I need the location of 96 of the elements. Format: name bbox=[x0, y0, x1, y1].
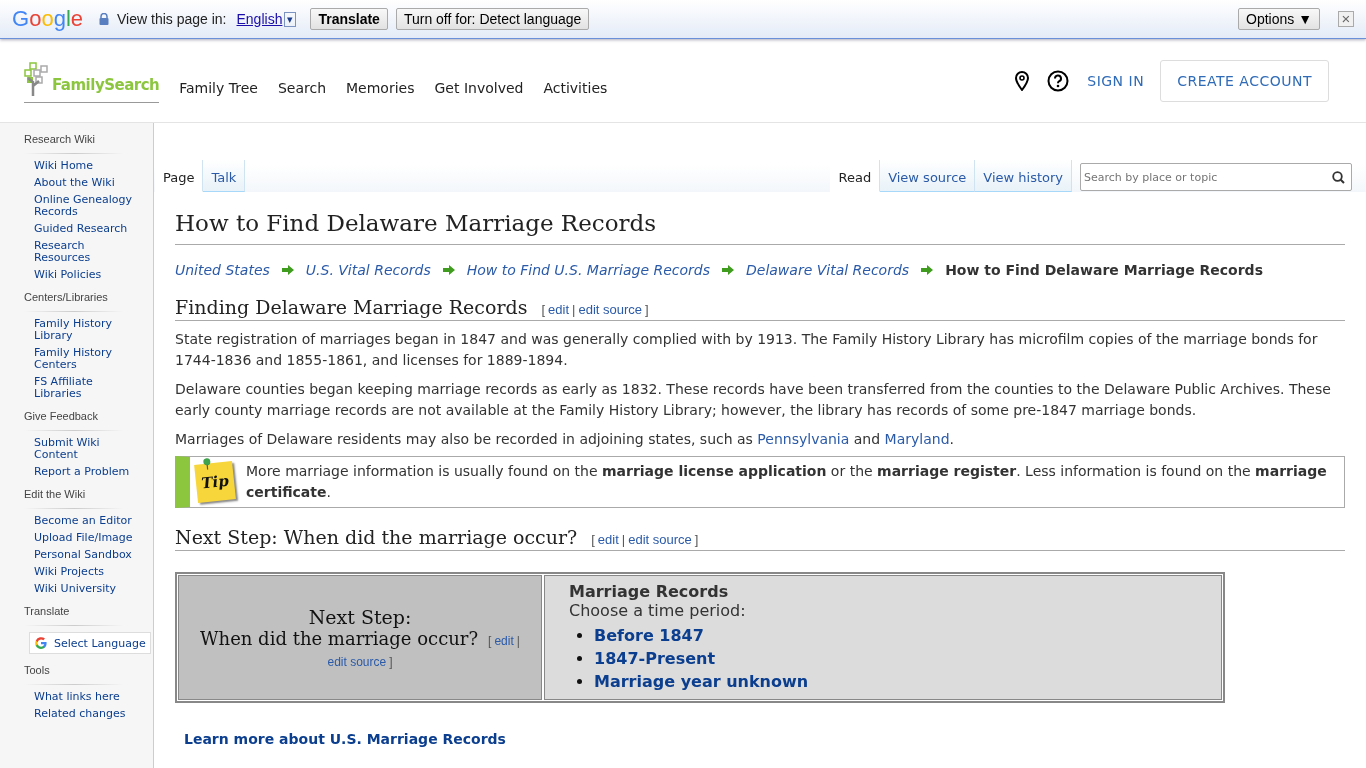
sidebar-heading: Research Wiki bbox=[24, 133, 96, 145]
step-heading: When did the marriage occur? bbox=[200, 628, 479, 649]
bracket: [ bbox=[591, 532, 595, 547]
edit-link[interactable]: edit bbox=[548, 302, 570, 317]
separator: | bbox=[621, 532, 626, 547]
sidebar-heading: Centers/Libraries bbox=[24, 291, 109, 303]
nav-link[interactable]: Family Tree bbox=[179, 79, 258, 96]
select-language-button[interactable]: Select Language bbox=[29, 632, 151, 654]
sidebar-link[interactable]: Wiki Projects bbox=[24, 566, 139, 578]
sidebar-link[interactable]: Wiki Home bbox=[24, 160, 139, 172]
tab[interactable]: Page bbox=[155, 160, 204, 192]
sidebar-heading: Edit the Wiki bbox=[24, 488, 87, 500]
tab[interactable]: Talk bbox=[203, 160, 246, 192]
link[interactable]: Pennsylvania bbox=[757, 431, 850, 447]
tab[interactable]: View source bbox=[880, 160, 976, 192]
paragraph: Delaware counties began keeping marriage records as early as 1832. These records have been transferred from the counties to the Delaware Public Archives. These early county marriage records are not available at the Family History Library; however, the library has records of some pre-1847 marriage bonds. bbox=[175, 380, 1332, 420]
tip-text: More marriage information is usually found on the marriage license application or the marriage register. Less information is found on the marriage certificate. bbox=[246, 462, 1328, 502]
edit-link[interactable]: edit bbox=[597, 532, 619, 547]
sidebar-link[interactable]: Related changes bbox=[24, 708, 139, 720]
arrow-icon bbox=[442, 265, 455, 275]
language-link[interactable]: English bbox=[236, 11, 283, 27]
page-title: How to Find Delaware Marriage Records bbox=[175, 210, 1345, 245]
breadcrumb-link[interactable]: How to Find U.S. Marriage Records bbox=[466, 262, 710, 278]
nav-link[interactable]: Search bbox=[277, 79, 327, 96]
sidebar-link[interactable]: Become an Editor bbox=[24, 515, 139, 527]
bracket: ] bbox=[389, 655, 393, 669]
sidebar-link[interactable]: Research Resources bbox=[24, 240, 139, 264]
step-heading: Next Step: bbox=[308, 606, 412, 628]
sidebar-link[interactable]: Personal Sandbox bbox=[24, 549, 139, 561]
sidebar-link[interactable]: FS Affiliate Libraries bbox=[24, 376, 139, 400]
edit-source-link[interactable]: edit source bbox=[327, 655, 387, 669]
section-heading: Finding Delaware Marriage Records bbox=[175, 296, 528, 318]
sidebar-link[interactable]: Report a Problem bbox=[24, 466, 139, 478]
sidebar-link[interactable]: Guided Research bbox=[24, 223, 139, 235]
turn-off-button[interactable]: Turn off for: Detect language bbox=[395, 8, 590, 30]
bracket: [ bbox=[488, 634, 492, 648]
arrow-icon bbox=[921, 265, 934, 275]
paragraph: Marriages of Delaware residents may also be recorded in adjoining states, such as Pennsylvania and Maryland. bbox=[175, 430, 955, 449]
bullet-icon bbox=[577, 679, 582, 684]
bracket: ] bbox=[694, 532, 699, 547]
sidebar-link[interactable]: About the Wiki bbox=[24, 177, 139, 189]
tip-note-icon: Tip bbox=[194, 461, 236, 503]
sidebar-link[interactable]: Wiki Policies bbox=[24, 269, 139, 281]
sidebar-link[interactable]: Family History Library bbox=[24, 318, 139, 342]
prompt-text: Choose a time period: bbox=[569, 601, 747, 620]
google-g-icon bbox=[34, 636, 48, 650]
tab[interactable]: Read bbox=[830, 160, 881, 192]
language-dropdown[interactable]: ▾ bbox=[284, 11, 297, 27]
help-icon[interactable] bbox=[1047, 69, 1070, 92]
edit-source-link[interactable]: edit source bbox=[578, 302, 642, 317]
edit-link[interactable]: edit bbox=[494, 634, 514, 648]
sidebar-link[interactable]: Submit Wiki Content bbox=[24, 437, 139, 461]
translate-button[interactable]: Translate bbox=[310, 8, 388, 30]
sidebar-link[interactable]: Upload File/Image bbox=[24, 532, 139, 544]
sign-in-link[interactable]: SIGN IN bbox=[1087, 72, 1145, 89]
nav-link[interactable]: Activities bbox=[543, 79, 608, 96]
paragraph: State registration of marriages began in 1847 and was generally complied with by 1913. The Family History Library has microfilm copies of the marriage bonds for 1744-1836 and 1855-1861, and licenses for 1889-1894. bbox=[175, 330, 1319, 370]
sidebar-link[interactable]: What links here bbox=[24, 691, 139, 703]
sidebar-link[interactable]: Online Genealogy Records bbox=[24, 194, 139, 218]
period-link[interactable]: Before 1847 bbox=[594, 624, 704, 647]
close-button[interactable]: × bbox=[1338, 11, 1354, 27]
lock-icon bbox=[99, 13, 109, 25]
section-heading: Next Step: When did the marriage occur? bbox=[175, 526, 578, 548]
edit-source-link[interactable]: edit source bbox=[628, 532, 692, 547]
search-field[interactable]: Search by place or topic bbox=[1080, 163, 1352, 191]
bullet-icon bbox=[577, 656, 582, 661]
bracket: ] bbox=[645, 302, 649, 317]
period-link[interactable]: 1847-Present bbox=[594, 647, 716, 670]
search-icon[interactable] bbox=[1332, 171, 1345, 184]
create-account-button[interactable]: CREATE ACCOUNT bbox=[1160, 59, 1329, 102]
separator: | bbox=[516, 634, 520, 648]
learn-more-link[interactable]: Learn more about U.S. Marriage Records bbox=[184, 731, 506, 747]
nav-link[interactable]: Get Involved bbox=[434, 79, 524, 96]
tab[interactable]: View history bbox=[975, 160, 1072, 192]
arrow-icon bbox=[281, 265, 294, 275]
options-button[interactable]: Options ▼ bbox=[1238, 8, 1320, 30]
sidebar-link[interactable]: Wiki University bbox=[24, 583, 139, 595]
records-title: Marriage Records bbox=[569, 582, 730, 601]
bullet-icon bbox=[577, 633, 582, 638]
sidebar-heading: Tools bbox=[24, 664, 51, 676]
bracket: [ bbox=[541, 302, 546, 317]
translate-label: View this page in: bbox=[117, 11, 227, 27]
sidebar-link[interactable]: Family History Centers bbox=[24, 347, 139, 371]
separator: | bbox=[572, 302, 576, 317]
breadcrumb-link[interactable]: How to Find Delaware Marriage Records bbox=[945, 262, 1263, 278]
link[interactable]: Maryland bbox=[884, 431, 950, 447]
sidebar-heading: Give Feedback bbox=[24, 410, 99, 422]
period-link[interactable]: Marriage year unknown bbox=[594, 670, 809, 693]
breadcrumb-link[interactable]: United States bbox=[175, 262, 270, 278]
breadcrumb-link[interactable]: Delaware Vital Records bbox=[746, 262, 910, 278]
location-pin-icon[interactable] bbox=[1015, 70, 1030, 91]
nav-link[interactable]: Memories bbox=[346, 79, 415, 96]
arrow-icon bbox=[722, 265, 734, 275]
google-logo: Google bbox=[12, 6, 83, 32]
breadcrumb-link[interactable]: U.S. Vital Records bbox=[305, 262, 431, 278]
sidebar-heading: Translate bbox=[24, 605, 71, 617]
